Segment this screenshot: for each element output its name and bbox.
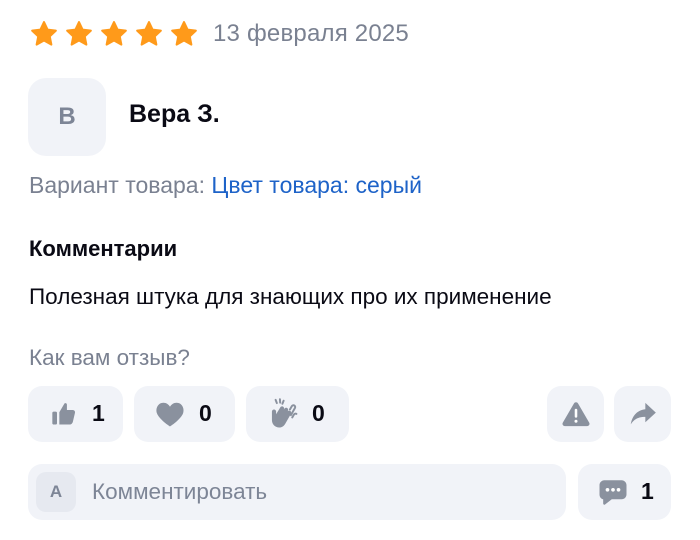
comment-input[interactable] [88,464,556,520]
thumbs-up-icon [52,403,76,425]
clap-count: 0 [312,400,325,426]
comment-bubble-icon [599,480,627,505]
share-arrow-icon [630,402,656,425]
review-comment-text: Полезная штука для знающих про их примен… [29,284,552,309]
warning-icon [561,402,590,427]
comments-count: 1 [641,478,654,504]
star-icon [171,21,197,46]
heart-count: 0 [199,400,212,426]
like-button[interactable]: 1 [28,386,123,442]
review-date: 13 февраля 2025 [213,20,409,47]
review-card: 13 февраля 2025 В Вера З. Вариант товара… [0,0,700,540]
share-button[interactable] [614,386,671,442]
star-icon [136,21,162,46]
clap-button[interactable]: 0 [246,386,349,442]
star-icon [31,21,57,46]
avatar[interactable]: В [28,78,106,156]
heart-icon [156,402,184,427]
star-rating [29,19,199,49]
star-icon [101,21,127,46]
rating-row: 13 февраля 2025 [29,18,409,50]
current-user-initial: А [49,482,63,501]
author-name[interactable]: Вера З. [129,100,220,129]
heart-button[interactable]: 0 [134,386,235,442]
clapping-hands-icon [271,398,298,428]
comments-heading: Комментарии [29,236,178,261]
current-user-avatar: А [36,472,76,512]
feedback-question: Как вам отзыв? [29,345,190,370]
report-button[interactable] [547,386,604,442]
variant-value-link[interactable]: Цвет товара: серый [211,172,422,198]
comment-input-box[interactable]: А [28,464,566,520]
star-icon [66,21,92,46]
comments-count-button[interactable]: 1 [578,464,671,520]
like-count: 1 [92,400,105,426]
avatar-initial: В [58,103,76,130]
product-variant: Вариант товара: Цвет товара: серый [29,172,422,199]
variant-label: Вариант товара: [29,172,205,198]
